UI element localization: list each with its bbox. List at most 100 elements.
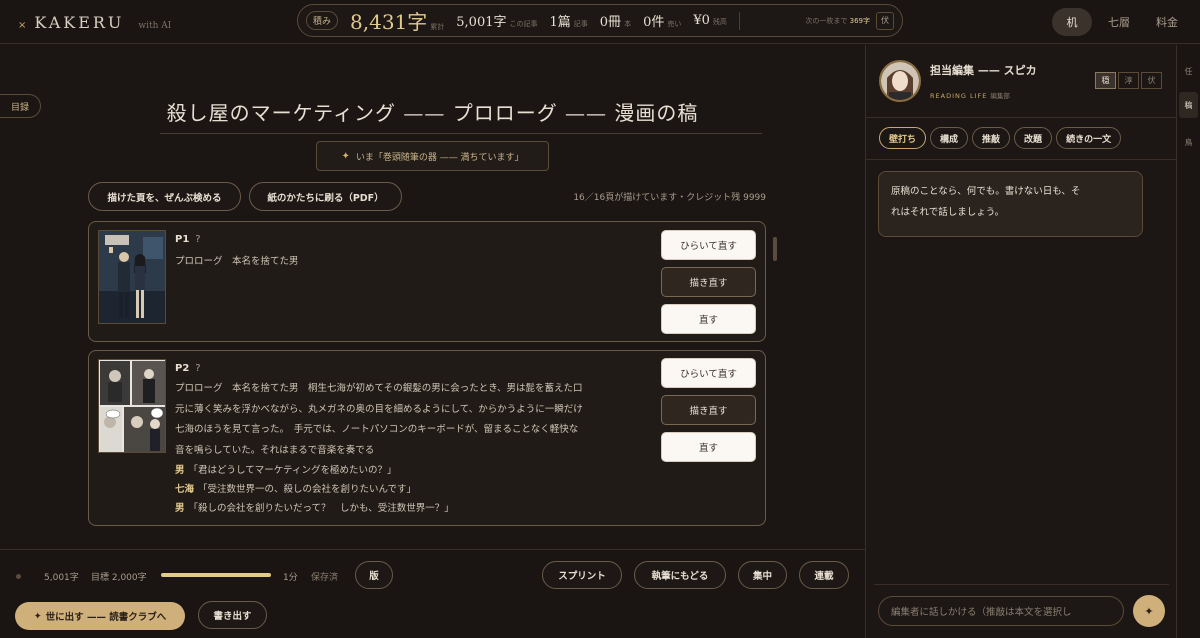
editor-avatar — [879, 60, 921, 102]
page-text-line: 元に薄く笑みを浮かべながら、丸メガネの奥の目を細めるようにして、からかうように一… — [175, 403, 583, 415]
page-number: P1? — [175, 234, 201, 245]
sparkle-icon: ✦ — [341, 150, 350, 162]
divider — [866, 159, 1177, 160]
speaker-name: 男 — [175, 503, 185, 514]
bottom-bar: 5,001字 目標 2,000字 1分 保存済 版 スプリント 執筆にもどる 集… — [0, 549, 865, 638]
send-button[interactable]: ✦ — [1133, 595, 1165, 627]
tab-next-sentence[interactable]: 続きの一文 — [1056, 127, 1122, 149]
top-nav: 机 七層 料金 — [1052, 8, 1188, 36]
page-summary: プロローグ 本名を捨てた男 — [175, 252, 299, 273]
chat-input[interactable]: 編集者に話しかける（推敲は本文を選択し — [878, 596, 1124, 626]
stat-article-value: 5,001字 — [456, 15, 507, 30]
mood-hidden-button[interactable]: 伏 — [1141, 72, 1162, 89]
tab-brainstorm[interactable]: 壁打ち — [879, 127, 927, 149]
stat-chapters: 1篇 記事 — [550, 11, 588, 30]
sparkle-icon: ✦ — [1144, 604, 1154, 618]
editor-affiliation-jp: 編集部 — [990, 92, 1010, 100]
page-thumbnail[interactable] — [98, 230, 166, 324]
back-to-writing-button[interactable]: 執筆にもどる — [634, 561, 726, 589]
stat-total: 8,431字 累計 — [350, 6, 444, 35]
focus-button[interactable]: 集中 — [738, 561, 787, 589]
serial-button[interactable]: 連載 — [799, 561, 849, 589]
rail-item-bird[interactable]: 鳥 — [1179, 129, 1198, 155]
speaker-name: 男 — [175, 465, 185, 476]
page-text-line: プロローグ 本名を捨てた男 桐生七海が初めてその銀髪の男に会ったとき、男は髭を蓄… — [175, 383, 583, 394]
stats-bar: 積み 8,431字 累計 5,001字 この記事 1篇 記事 0冊 本 0件 売… — [297, 4, 903, 37]
review-all-pages-button[interactable]: 描けた頁を、ぜんぶ検める — [88, 182, 241, 211]
dialogue-text: 「受注数世界一の、殺しの会社を創りたいんです」 — [198, 484, 417, 495]
right-rail: 任 稿 鳥 — [1176, 45, 1200, 638]
page-thumbnail[interactable] — [98, 359, 166, 453]
print-pdf-button[interactable]: 紙のかたちに刷る（PDF） — [249, 182, 402, 211]
dialogue-text: 「殺しの会社を創りたいだって？ しかも、受注数世界一？」 — [188, 503, 454, 514]
publish-button[interactable]: ✦ 世に出す —— 読書クラブへ — [15, 602, 185, 630]
sprint-button[interactable]: スプリント — [542, 561, 622, 589]
goal-progress-bar — [161, 573, 271, 577]
title-divider — [160, 133, 762, 134]
tab-revise[interactable]: 推敲 — [972, 127, 1011, 149]
brand-mark: × — [18, 20, 27, 31]
status-chip: ✦ いま「巻頭随筆の器 —— 満ちています」 — [316, 141, 549, 171]
nav-seven-layers[interactable]: 七層 — [1098, 8, 1140, 36]
mood-calm-button[interactable]: 穏 — [1095, 72, 1116, 89]
redraw-button[interactable]: 描き直す — [661, 395, 756, 425]
stat-balance-value: ¥0 — [693, 13, 710, 28]
message-line: れはそれで話しましょう。 — [891, 207, 1005, 218]
fix-button[interactable]: 直す — [661, 304, 756, 334]
editor-affiliation: READING LIFE 編集部 — [930, 90, 1010, 100]
editor-message-bubble: 原稿のことなら、何でも。書けない日も、そ れはそれで話しましょう。 — [878, 171, 1143, 237]
dialogue-text: 「君はどうしてマーケティングを極めたいの？」 — [188, 465, 397, 476]
editor-panel: 担当編集 —— スピカ READING LIFE 編集部 穏 淳 伏 壁打ち 構… — [865, 45, 1177, 638]
stats-hide-button[interactable]: 伏 — [876, 11, 894, 30]
page-text-line: 七海のほうを見て言った。 手元では、ノートパソコンのキーボードが、留まることなく… — [175, 424, 579, 435]
page-help-icon[interactable]: ? — [195, 234, 200, 245]
stat-article-unit: この記事 — [509, 20, 538, 28]
editor-tabs: 壁打ち 構成 推敲 改題 続きの一文 — [879, 127, 1122, 149]
open-edit-button[interactable]: ひらいて直す — [661, 358, 756, 388]
fix-button[interactable]: 直す — [661, 432, 756, 462]
page-text-line: 音を鳴らしていた。それはまるで音楽を奏でる — [175, 444, 375, 456]
nav-desk[interactable]: 机 — [1052, 8, 1092, 36]
dialogue-line: 男「殺しの会社を創りたいだって？ しかも、受注数世界一？」 — [175, 499, 454, 518]
brand-logo[interactable]: × KAKERU with AI — [18, 13, 171, 32]
dialogue-list: 男「君はどうしてマーケティングを極めたいの？」 七海 「受注数世界一の、殺しの会社… — [175, 461, 454, 518]
tab-structure[interactable]: 構成 — [930, 127, 969, 149]
next-sheet-label: 次の一枚まで — [805, 16, 848, 25]
save-status: 保存済 — [311, 573, 339, 583]
mood-gentle-button[interactable]: 淳 — [1118, 72, 1139, 89]
redraw-button[interactable]: 描き直す — [661, 267, 756, 297]
tab-retitle[interactable]: 改題 — [1014, 127, 1053, 149]
speaker-name: 七海 — [175, 484, 195, 495]
stat-total-value: 8,431字 — [350, 10, 428, 34]
page-help-icon[interactable]: ? — [195, 363, 200, 374]
divider — [874, 584, 1169, 585]
page-number-label: P2 — [175, 363, 190, 374]
top-bar: × KAKERU with AI 積み 8,431字 累計 5,001字 この記… — [0, 0, 1200, 44]
status-dot-icon — [16, 574, 21, 579]
char-count: 5,001字 — [44, 573, 79, 583]
version-button[interactable]: 版 — [355, 561, 393, 589]
page-summary: プロローグ 本名を捨てた男 桐生七海が初めてその銀髪の男に会ったとき、男は髭を蓄… — [175, 379, 583, 461]
stat-chapters-value: 1篇 — [549, 15, 571, 30]
stat-books-value: 0冊 — [599, 15, 622, 30]
page-card: P2? プロローグ 本名を捨てた男 桐生七海が初めてその銀髪の男に会ったとき、男… — [88, 350, 766, 526]
page-title: 殺し屋のマーケティング —— プロローグ —— 漫画の稿 — [166, 101, 699, 125]
dialogue-line: 男「君はどうしてマーケティングを極めたいの？」 — [175, 461, 454, 480]
nav-pricing[interactable]: 料金 — [1146, 8, 1188, 36]
brand-name: KAKERU — [34, 13, 125, 32]
stats-label: 積み — [306, 11, 339, 30]
editor-mood-toggle: 穏 淳 伏 — [1095, 72, 1162, 89]
sparkle-icon: ✦ — [33, 610, 42, 622]
stats-divider — [738, 11, 740, 30]
next-sheet-value: 369字 — [849, 16, 870, 25]
stat-items-value: 0件 — [643, 15, 665, 30]
message-line: 原稿のことなら、何でも。書けない日も、そ — [891, 186, 1081, 197]
stat-books: 0冊 本 — [600, 11, 631, 30]
page-card: P1? プロローグ 本名を捨てた男 ひらいて直す 描き直す 直す — [88, 221, 766, 342]
brand-suffix: with AI — [138, 21, 172, 31]
scrollbar-thumb[interactable] — [773, 237, 777, 261]
open-edit-button[interactable]: ひらいて直す — [661, 230, 756, 260]
export-button[interactable]: 書き出す — [198, 601, 267, 629]
rail-item-manuscript[interactable]: 稿 — [1179, 92, 1198, 118]
rail-item-tasks[interactable]: 任 — [1179, 58, 1198, 84]
